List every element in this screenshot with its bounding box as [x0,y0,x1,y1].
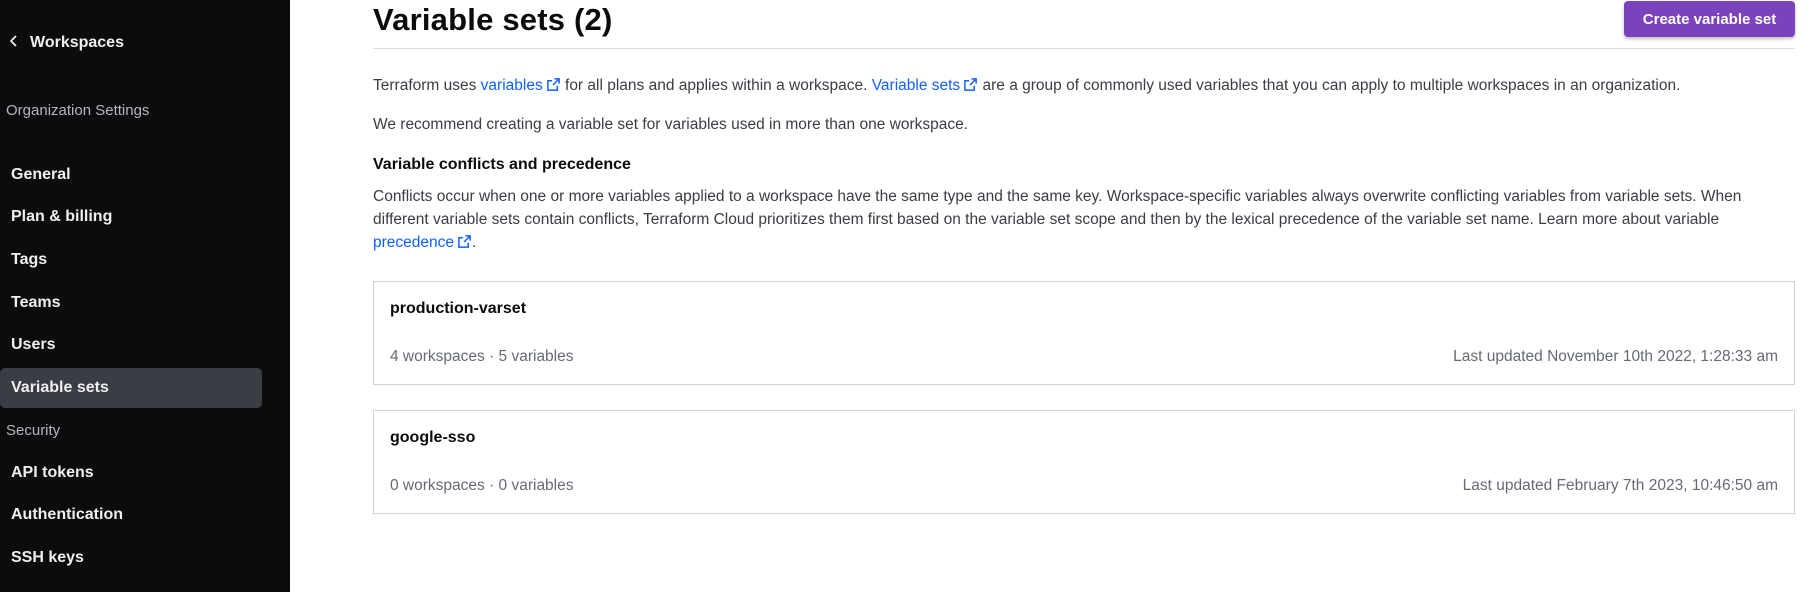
organization-settings-heading: Organization Settings [6,102,150,119]
sidebar-item-label: Teams [11,294,61,311]
intro-text: are a group of commonly used variables t… [978,77,1681,94]
variables-link-label: variables [480,77,543,94]
sidebar-item-ssh-keys[interactable]: SSH keys [0,538,262,578]
external-link-icon [964,78,978,91]
external-link-icon [458,235,471,248]
recommendation-paragraph: We recommend creating a variable set for… [373,116,969,133]
sidebar-item-general[interactable]: General [0,155,262,195]
sidebar-item-api-tokens[interactable]: API tokens [0,453,262,493]
sidebar-item-users[interactable]: Users [0,325,262,365]
sidebar-item-tags[interactable]: Tags [0,240,262,280]
variable-set-name[interactable]: google-sso [390,429,475,447]
sidebar-item-label: Variable sets [11,379,109,396]
variable-set-card[interactable]: production-varset 4 workspaces · 5 varia… [373,281,1795,385]
intro-text: for all plans and applies within a works… [560,77,872,94]
external-link-icon [546,78,560,91]
variable-sets-link-label: Variable sets [871,77,961,94]
conflicts-paragraph: Conflicts occur when one or more variabl… [373,185,1795,254]
variable-set-counts: 0 workspaces · 0 variables [390,477,574,494]
variable-set-card[interactable]: google-sso 0 workspaces · 0 variables La… [373,410,1795,514]
back-to-workspaces-link[interactable]: Workspaces [8,34,124,52]
precedence-link-label: precedence [373,234,455,251]
sidebar-item-label: SSH keys [11,549,84,566]
back-link-label: Workspaces [30,34,124,51]
intro-text: Terraform uses [373,77,481,94]
variable-sets-link[interactable]: Variable sets [872,77,978,94]
sidebar-item-label: Users [11,336,56,353]
variable-set-counts: 4 workspaces · 5 variables [390,348,574,365]
sidebar-item-teams[interactable]: Teams [0,283,262,323]
variables-link[interactable]: variables [481,77,561,94]
sidebar-item-label: API tokens [11,464,94,481]
chevron-left-icon [8,34,20,52]
intro-paragraph: Terraform uses variables for all plans a… [373,74,1680,97]
sidebar-item-plan-billing[interactable]: Plan & billing [0,197,262,237]
conflicts-heading: Variable conflicts and precedence [373,156,631,173]
variable-set-updated: Last updated February 7th 2023, 10:46:50… [1462,477,1778,494]
sidebar: Workspaces Organization Settings General… [0,0,290,592]
create-variable-set-button[interactable]: Create variable set [1624,1,1795,37]
sidebar-item-label: Tags [11,251,48,268]
title-divider [373,48,1795,49]
sidebar-item-label: General [11,166,71,183]
page-title: Variable sets (2) [373,2,613,37]
sidebar-item-label: Plan & billing [11,208,113,225]
variable-set-updated: Last updated November 10th 2022, 1:28:33… [1453,348,1778,365]
conflicts-text-end: . [472,234,477,251]
variable-set-name[interactable]: production-varset [390,300,526,318]
sidebar-item-variable-sets[interactable]: Variable sets [0,368,262,408]
sidebar-item-authentication[interactable]: Authentication [0,495,262,535]
sidebar-item-label: Authentication [11,506,123,523]
security-heading: Security [6,422,61,439]
precedence-link[interactable]: precedence [373,234,472,251]
conflicts-text: Conflicts occur when one or more variabl… [373,188,1742,228]
